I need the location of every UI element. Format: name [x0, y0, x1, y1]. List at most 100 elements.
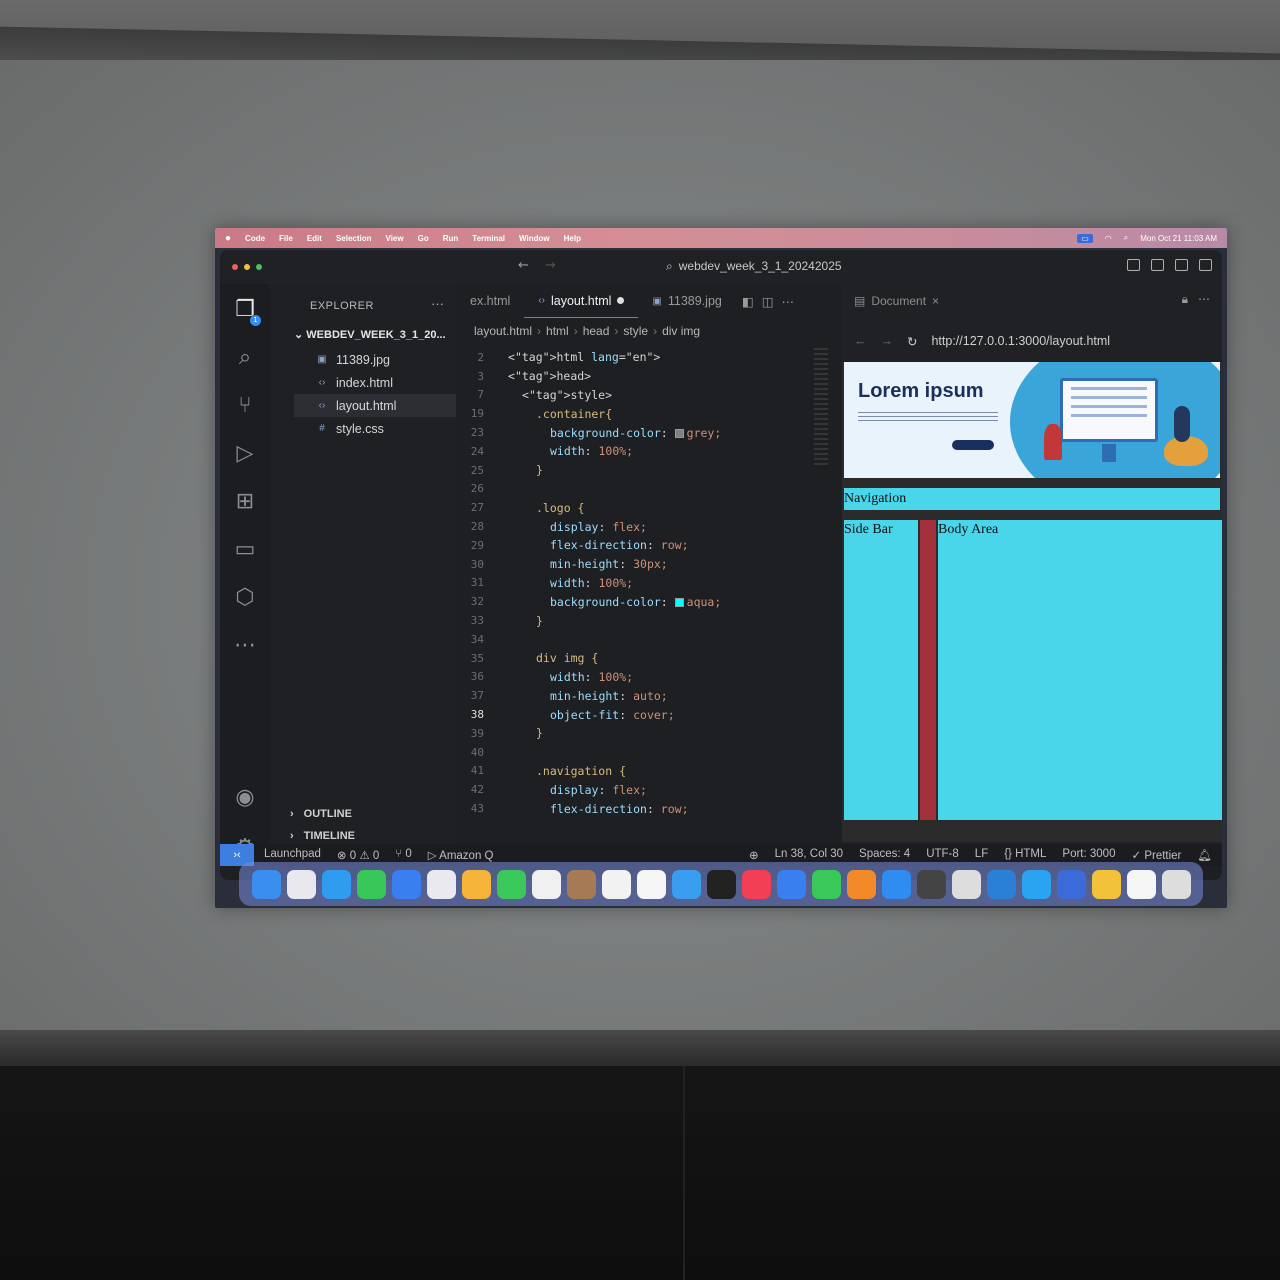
preview-tab[interactable]: ▤ Document × [854, 294, 939, 308]
extensions-icon[interactable]: ⊞ [231, 488, 259, 516]
dock-app-icon[interactable] [531, 869, 561, 899]
tab-layout-html[interactable]: ‹› layout.html [524, 284, 639, 318]
screen-share-icon[interactable]: ▭ [1077, 233, 1093, 243]
code-line[interactable]: 31 width: 100%; [456, 574, 842, 593]
more-actions-icon[interactable]: ⋯ [1198, 292, 1210, 307]
breadcrumb-html[interactable]: html [546, 324, 569, 338]
dock-app-icon[interactable] [321, 869, 351, 899]
code-line[interactable]: 42 display: flex; [456, 780, 842, 799]
dock-app-icon[interactable] [1056, 869, 1086, 899]
menubar-clock[interactable]: Mon Oct 21 11:03 AM [1140, 234, 1217, 243]
problems-item[interactable]: ⊗ 0 ⚠ 0 [337, 848, 379, 862]
zoom-icon[interactable]: ⊕ [749, 848, 759, 862]
dock-app-icon[interactable] [286, 869, 316, 899]
apple-icon[interactable]: ● [225, 233, 231, 244]
menu-code[interactable]: Code [245, 234, 265, 243]
dock-app-icon[interactable] [391, 869, 421, 899]
dock-app-icon[interactable] [496, 869, 526, 899]
explorer-icon[interactable]: ❐ 1 [231, 296, 261, 326]
outline-section[interactable]: › OUTLINE [290, 808, 352, 820]
code-line[interactable]: 39} [456, 724, 842, 743]
breadcrumb-head[interactable]: head [583, 324, 610, 338]
dock-app-icon[interactable] [426, 869, 456, 899]
toggle-primary-sidebar-icon[interactable] [1127, 259, 1140, 271]
dock-app-icon[interactable] [951, 869, 981, 899]
notifications-icon[interactable]: 🔔︎ [1197, 848, 1212, 862]
run-debug-icon[interactable]: ▷ [231, 440, 259, 468]
zoom-window-button[interactable] [256, 264, 262, 270]
breadcrumb-style[interactable]: style [623, 324, 648, 338]
code-line[interactable]: 43 flex-direction: row; [456, 799, 842, 818]
menu-run[interactable]: Run [443, 234, 459, 243]
code-line[interactable]: 24 width: 100%; [456, 442, 842, 461]
cursor-position[interactable]: Ln 38, Col 30 [775, 848, 843, 862]
code-line[interactable]: 23 background-color: grey; [456, 423, 842, 442]
dock-app-icon[interactable] [601, 869, 631, 899]
code-line[interactable]: 19 .container{ [456, 404, 842, 423]
dock-app-icon[interactable] [1126, 869, 1156, 899]
ports-item[interactable]: ⑂ 0 [395, 848, 412, 862]
dock-app-icon[interactable] [916, 869, 946, 899]
menu-selection[interactable]: Selection [336, 234, 372, 243]
close-window-button[interactable] [232, 264, 238, 270]
customize-layout-icon[interactable] [1199, 259, 1212, 271]
file-layout-html[interactable]: ‹› layout.html [294, 394, 456, 417]
file-style-css[interactable]: # style.css [294, 417, 456, 440]
toggle-secondary-sidebar-icon[interactable] [1175, 259, 1188, 271]
code-line[interactable]: 41 .navigation { [456, 762, 842, 781]
open-changes-icon[interactable]: ◧ [742, 294, 754, 309]
dock-app-icon[interactable] [251, 869, 281, 899]
dock-app-icon[interactable] [986, 869, 1016, 899]
search-icon[interactable]: ⌕ [1124, 233, 1128, 243]
dock-app-icon[interactable] [671, 869, 701, 899]
prettier-status[interactable]: ✓ Prettier [1131, 848, 1181, 862]
dock-app-icon[interactable] [811, 869, 841, 899]
code-line[interactable]: 3 <"tag">head> [456, 367, 842, 386]
back-arrow-icon[interactable]: ← [854, 334, 867, 348]
forward-arrow-icon[interactable]: → [881, 334, 894, 348]
code-line[interactable]: 32 background-color: aqua; [456, 592, 842, 611]
menu-window[interactable]: Window [519, 234, 550, 243]
close-icon[interactable]: × [932, 294, 939, 308]
code-line[interactable]: 29 flex-direction: row; [456, 536, 842, 555]
code-line[interactable]: 26 [456, 480, 842, 499]
file-index-html[interactable]: ‹› index.html [294, 371, 456, 394]
code-line[interactable]: 37 min-height: auto; [456, 686, 842, 705]
tab-ex-html[interactable]: ex.html [456, 284, 524, 318]
dock-app-icon[interactable] [776, 869, 806, 899]
back-arrow-icon[interactable]: ← [518, 258, 529, 273]
code-line[interactable]: 40 [456, 743, 842, 762]
breadcrumb-div-img[interactable]: div img [662, 324, 700, 338]
amazon-q-item[interactable]: ▷ Amazon Q [428, 848, 494, 862]
live-server-port[interactable]: Port: 3000 [1062, 848, 1115, 862]
code-line[interactable]: 33} [456, 611, 842, 630]
url-field[interactable]: http://127.0.0.1:3000/layout.html [931, 334, 1110, 348]
more-icon[interactable]: ⋯ [231, 632, 259, 660]
indentation[interactable]: Spaces: 4 [859, 848, 910, 862]
code-line[interactable]: 34 [456, 630, 842, 649]
code-line[interactable]: 36 width: 100%; [456, 668, 842, 687]
code-line[interactable]: 7 <"tag">style> [456, 386, 842, 405]
tab-11389-jpg[interactable]: ▣ 11389.jpg [638, 284, 735, 318]
account-icon[interactable]: ◉ [231, 784, 259, 812]
dock-app-icon[interactable] [1021, 869, 1051, 899]
unsaved-dot-icon[interactable] [617, 297, 625, 304]
dock-app-icon[interactable] [566, 869, 596, 899]
code-line[interactable]: 2 <"tag">html lang="en"> [456, 348, 842, 367]
code-line[interactable]: 27 .logo { [456, 498, 842, 517]
menu-terminal[interactable]: Terminal [472, 234, 505, 243]
dock-app-icon[interactable] [741, 869, 771, 899]
minimize-window-button[interactable] [244, 264, 250, 270]
dock-app-icon[interactable] [881, 869, 911, 899]
encoding[interactable]: UTF-8 [926, 848, 959, 862]
breadcrumb-file[interactable]: layout.html [474, 324, 532, 338]
source-control-icon[interactable]: ⑂ [231, 392, 259, 420]
dock-app-icon[interactable] [461, 869, 491, 899]
dock-app-icon[interactable] [706, 869, 736, 899]
reload-icon[interactable]: ↻ [907, 334, 917, 349]
wifi-icon[interactable]: ◠ [1105, 234, 1112, 243]
launchpad-item[interactable]: Launchpad [264, 848, 321, 862]
dock-app-icon[interactable] [1091, 869, 1121, 899]
line-endings[interactable]: LF [975, 848, 988, 862]
timeline-section[interactable]: › TIMELINE [290, 830, 355, 842]
